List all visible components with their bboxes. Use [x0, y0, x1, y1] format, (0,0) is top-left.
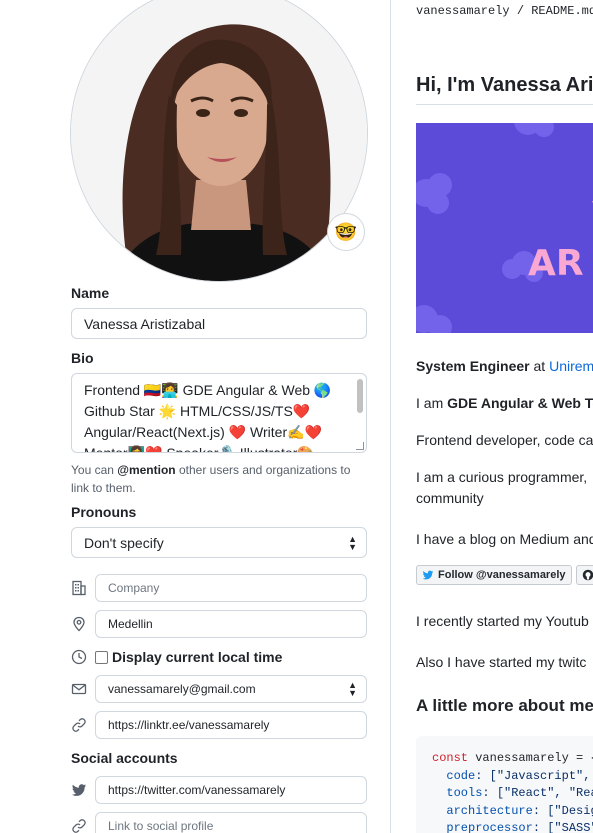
location-value: Medellin	[108, 617, 153, 631]
status-emoji-button[interactable]: 🤓	[327, 213, 365, 251]
code-line: preprocessor: ["SASS"	[432, 820, 593, 833]
code-value: : ["SASS"	[532, 821, 593, 833]
code-value: : ["Javascript",	[475, 768, 591, 783]
readme-line-twitch: Also I have started my twitc	[416, 654, 587, 670]
code-block: const vanessamarely = { code: ["Javascri…	[416, 736, 593, 833]
code-line: architecture: ["Desig	[432, 803, 593, 821]
code-property: preprocessor	[446, 821, 533, 833]
mail-icon	[71, 681, 87, 697]
profile-settings-panel: 🤓 Name Vanessa Aristizabal Bio Frontend …	[0, 0, 390, 833]
role-strong: System Engineer	[416, 358, 530, 374]
bio-textarea[interactable]: Frontend 🇨🇴👩‍💻 GDE Angular & Web 🌎 Githu…	[71, 373, 367, 453]
twitter-bird-icon	[422, 570, 434, 580]
readme-line-blog: I have a blog on Medium and	[416, 531, 593, 547]
name-input[interactable]: Vanessa Aristizabal	[71, 308, 367, 339]
resize-grip-icon[interactable]	[356, 442, 364, 450]
local-time-checkbox[interactable]	[95, 650, 108, 664]
code-text: vanessamarely = {	[468, 751, 593, 765]
pronouns-selected-value: Don't specify	[84, 534, 164, 551]
banner-graphic: V AR	[416, 123, 593, 333]
status-emoji: 🤓	[334, 221, 358, 242]
readme-heading: Hi, I'm Vanessa Ari	[416, 74, 593, 96]
pronouns-label: Pronouns	[71, 504, 137, 520]
name-label: Name	[71, 285, 110, 301]
bio-line: Mentor👩‍🏫❤️ Speaker🎙️ Illustrator🎨	[84, 445, 315, 453]
mention-help-text: You can @mention other users and organiz…	[71, 461, 371, 497]
readme-line-curious: I am a curious programmer,	[416, 469, 588, 485]
readme-line-youtube: I recently started my Youtub	[416, 613, 589, 629]
social-link-placeholder: Link to social profile	[108, 819, 214, 833]
readme-line-frontend: Frontend developer, code ca	[416, 432, 593, 448]
email-select[interactable]: vanessamarely@gmail.com ▲ ▼	[95, 675, 367, 703]
name-input-value: Vanessa Aristizabal	[84, 315, 206, 332]
code-value: : ["React", "Rea	[482, 786, 593, 800]
code-line: code: ["Javascript",	[432, 768, 593, 786]
code-property: code	[446, 768, 476, 783]
website-value: https://linktr.ee/vanessamarely	[108, 718, 270, 732]
pronouns-select[interactable]: Don't specify ▲ ▼	[71, 527, 367, 558]
code-value: : ["Desig	[532, 803, 593, 818]
code-line: tools: ["React", "Rea	[432, 785, 593, 803]
mention-prefix: You can	[71, 463, 118, 477]
badge-row: Follow @vanessamarely	[416, 565, 593, 585]
bio-scrollbar[interactable]	[357, 379, 363, 413]
readme-line-gde: I am GDE Angular & Web Te	[416, 393, 593, 413]
readme-preview: vanessamarely / README.md Hi, I'm Vaness…	[391, 0, 593, 833]
avatar-photo	[71, 0, 367, 281]
avatar-container: 🤓	[70, 0, 368, 282]
readme-line-community: community	[416, 490, 484, 506]
mention-keyword: @mention	[117, 463, 176, 477]
link-icon	[71, 717, 87, 733]
twitter-url-value: https://twitter.com/vanessamarely	[108, 783, 286, 797]
banner-text-line2: AR	[528, 243, 584, 284]
building-icon	[71, 580, 87, 596]
github-icon	[582, 569, 593, 581]
bio-line: Frontend 🇨🇴👩‍💻 GDE Angular & Web 🌎	[84, 382, 332, 398]
local-time-label: Display current local time	[112, 649, 283, 665]
local-time-option[interactable]: Display current local time	[95, 649, 282, 665]
email-selected-value: vanessamarely@gmail.com	[108, 682, 256, 696]
website-input[interactable]: https://linktr.ee/vanessamarely	[95, 711, 367, 739]
code-line: const vanessamarely = {	[432, 750, 593, 768]
avatar[interactable]	[70, 0, 368, 282]
readme-path-separator: /	[509, 4, 532, 18]
bio-label: Bio	[71, 350, 94, 366]
clock-icon	[71, 649, 87, 665]
role-mid: at	[529, 358, 550, 374]
readme-banner-image: V AR	[416, 123, 593, 333]
gde-prefix: I am	[416, 395, 448, 411]
readme-line-role: System Engineer at Uniremi	[416, 356, 593, 376]
social-accounts-label: Social accounts	[71, 750, 178, 766]
select-updown-icon: ▲ ▼	[348, 680, 357, 698]
readme-path-file[interactable]: README.md	[531, 4, 593, 18]
location-input[interactable]: Medellin	[95, 610, 367, 638]
twitter-icon	[71, 782, 87, 798]
github-follow-badge[interactable]	[575, 565, 593, 585]
readme-path: vanessamarely / README.md	[416, 4, 593, 18]
location-pin-icon	[71, 616, 87, 632]
twitter-follow-badge[interactable]: Follow @vanessamarely	[416, 565, 572, 585]
employer-link[interactable]: Uniremi	[549, 358, 593, 374]
social-link-input[interactable]: Link to social profile	[95, 812, 367, 833]
readme-subheading: A little more about me	[416, 696, 593, 715]
bio-line: Github Star 🌟 HTML/CSS/JS/TS❤️	[84, 403, 311, 419]
gde-strong: GDE Angular & Web Te	[447, 395, 593, 411]
company-placeholder: Company	[108, 581, 160, 595]
twitter-url-input[interactable]: https://twitter.com/vanessamarely	[95, 776, 367, 804]
twitter-follow-label: Follow @vanessamarely	[438, 569, 566, 581]
bio-line: Angular/React(Next.js) ❤️ Writer✍️❤️	[84, 424, 322, 440]
readme-path-user[interactable]: vanessamarely	[416, 4, 510, 18]
company-input[interactable]: Company	[95, 574, 367, 602]
link-icon	[71, 818, 87, 833]
heading-divider	[416, 104, 593, 105]
code-property: architecture	[446, 803, 533, 818]
code-property: tools	[446, 786, 483, 800]
code-keyword: const	[432, 751, 469, 765]
select-updown-icon: ▲ ▼	[348, 533, 357, 552]
